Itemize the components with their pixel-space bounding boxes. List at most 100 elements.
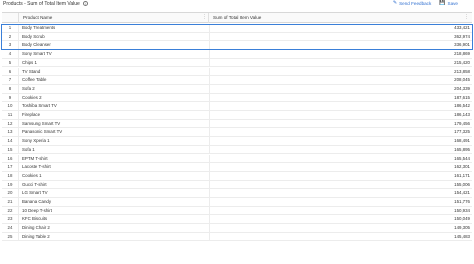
table-row[interactable]: 20 LG Smart TV 154,421 (2, 189, 472, 198)
product-name-cell[interactable]: EPTM T-shirt (22, 155, 208, 163)
row-number: 25 (2, 232, 19, 242)
table-row[interactable]: 24 Dining Chair 2 149,305 (2, 224, 472, 233)
value-cell[interactable]: 215,420 (209, 58, 472, 68)
column-menu-icon[interactable]: ⋮ (464, 13, 469, 22)
product-name-cell[interactable]: Chips 1 (22, 59, 208, 67)
value-cell[interactable]: 162,301 (209, 163, 472, 172)
value-cell[interactable]: 186,542 (209, 102, 472, 111)
table-row[interactable]: 9 Cookies 2 187,615 (2, 93, 472, 103)
row-number: 12 (2, 119, 19, 129)
product-name-cell[interactable]: Cookies 2 (22, 94, 208, 102)
table-row[interactable]: 11 Fireplace 186,143 (2, 111, 472, 120)
product-name-cell[interactable]: Gucci T-shirt (22, 181, 208, 189)
product-name-cell[interactable]: Samsung Smart TV (22, 120, 208, 128)
table-row[interactable]: 2 Body Scrub 362,974 (2, 32, 472, 42)
product-name-cell[interactable]: Body Cleanser (22, 41, 208, 49)
table-row[interactable]: 25 Dining Table 2 145,483 (2, 232, 472, 242)
value-cell[interactable]: 336,901 (209, 41, 472, 51)
product-name-cell[interactable]: Lacoste T-shirt (22, 163, 208, 171)
product-name-cell[interactable]: Toshiba Smart TV (22, 102, 208, 110)
row-number: 9 (2, 93, 19, 103)
value-cell[interactable]: 179,456 (209, 119, 472, 129)
table-row[interactable]: 17 Lacoste T-shirt 162,301 (2, 163, 472, 172)
column-header-sum-value[interactable]: Sum of Total Item Value ⋮ (209, 13, 472, 23)
value-cell[interactable]: 177,325 (209, 128, 472, 138)
product-name-cell[interactable]: Body Scrub (22, 33, 208, 41)
page-title: Products - Sum of Total Item Value i (3, 1, 89, 7)
column-menu-icon[interactable]: ⋮ (202, 13, 207, 22)
column-header-product-name[interactable]: Product Name ⋮ (19, 13, 209, 23)
row-number: 7 (2, 76, 19, 85)
value-cell[interactable]: 161,171 (209, 171, 472, 181)
value-cell[interactable]: 151,776 (209, 198, 472, 207)
table-row[interactable]: 6 TV Stand 213,858 (2, 67, 472, 77)
value-cell[interactable]: 165,544 (209, 154, 472, 164)
product-name-cell[interactable]: Banana Candy (22, 198, 208, 206)
table-row[interactable]: 13 Panasonic Smart TV 177,325 (2, 128, 472, 138)
value-cell[interactable]: 155,006 (209, 180, 472, 190)
send-feedback-button[interactable]: ✎ Send Feedback (393, 1, 432, 7)
table-row[interactable]: 16 EPTM T-shirt 165,544 (2, 154, 472, 164)
product-name-cell[interactable]: Panasonic Smart TV (22, 128, 208, 136)
table-row[interactable]: 23 KFC Biscuits 150,049 (2, 215, 472, 225)
value-cell[interactable]: 362,974 (209, 32, 472, 42)
grid-header: Product Name ⋮ Sum of Total Item Value ⋮ (2, 13, 472, 23)
table-row[interactable]: 18 Cookies 1 161,171 (2, 171, 472, 181)
product-name-cell[interactable]: Dining Table 2 (22, 233, 208, 241)
product-name-cell[interactable]: Sofa 2 (22, 85, 208, 93)
value-cell[interactable]: 145,483 (209, 232, 472, 242)
product-name-cell[interactable]: Sofa 1 (22, 146, 208, 154)
row-number: 14 (2, 137, 19, 146)
row-number: 3 (2, 41, 19, 51)
row-number: 6 (2, 67, 19, 77)
row-number-header (2, 13, 19, 23)
product-name-cell[interactable]: Sony Smart TV (22, 50, 208, 58)
table-row[interactable]: 7 Coffee Table 208,045 (2, 76, 472, 85)
row-number: 23 (2, 215, 19, 225)
row-number: 13 (2, 128, 19, 138)
table-row[interactable]: 21 Banana Candy 151,776 (2, 198, 472, 207)
table-row[interactable]: 12 Samsung Smart TV 179,456 (2, 119, 472, 129)
product-name-cell[interactable]: 10 Deep T-shirt (22, 207, 208, 215)
value-cell[interactable]: 168,491 (209, 137, 472, 146)
table-row[interactable]: 5 Chips 1 215,420 (2, 58, 472, 68)
row-number: 18 (2, 171, 19, 181)
value-cell[interactable]: 187,615 (209, 93, 472, 103)
value-cell[interactable]: 433,421 (209, 24, 472, 33)
table-row[interactable]: 14 Sony Xperia 1 168,491 (2, 137, 472, 146)
value-cell[interactable]: 149,305 (209, 224, 472, 233)
value-cell[interactable]: 150,934 (209, 206, 472, 216)
value-cell[interactable]: 208,045 (209, 76, 472, 85)
toolbar: Products - Sum of Total Item Value i ✎ S… (0, 0, 474, 10)
info-icon[interactable]: i (83, 1, 89, 7)
table-row[interactable]: 22 10 Deep T-shirt 150,934 (2, 206, 472, 216)
product-name-cell[interactable]: Coffee Table (22, 76, 208, 84)
product-name-cell[interactable]: Cookies 1 (22, 172, 208, 180)
value-cell[interactable]: 204,339 (209, 84, 472, 94)
table-row[interactable]: 15 Sofa 1 165,895 (2, 145, 472, 155)
save-button[interactable]: 💾 Save (439, 1, 458, 7)
value-cell[interactable]: 213,858 (209, 67, 472, 77)
toolbar-actions: ✎ Send Feedback 💾 Save (393, 1, 458, 7)
product-name-cell[interactable]: Body Treatments (22, 24, 208, 32)
product-name-cell[interactable]: Fireplace (22, 111, 208, 119)
table-row[interactable]: 19 Gucci T-shirt 155,006 (2, 180, 472, 190)
table-row[interactable]: 10 Toshiba Smart TV 186,542 (2, 102, 472, 111)
row-number: 8 (2, 84, 19, 94)
send-feedback-label: Send Feedback (399, 1, 432, 6)
table-row[interactable]: 4 Sony Smart TV 218,869 (2, 50, 472, 59)
product-name-cell[interactable]: KFC Biscuits (22, 215, 208, 223)
product-name-cell[interactable]: Sony Xperia 1 (22, 137, 208, 145)
row-number: 16 (2, 154, 19, 164)
product-name-cell[interactable]: Dining Chair 2 (22, 224, 208, 232)
product-name-cell[interactable]: LG Smart TV (22, 189, 208, 197)
value-cell[interactable]: 165,895 (209, 145, 472, 155)
table-row[interactable]: 1 Body Treatments 433,421 (2, 24, 472, 33)
value-cell[interactable]: 154,421 (209, 189, 472, 198)
value-cell[interactable]: 150,049 (209, 215, 472, 225)
product-name-cell[interactable]: TV Stand (22, 68, 208, 76)
table-row[interactable]: 8 Sofa 2 204,339 (2, 84, 472, 94)
value-cell[interactable]: 186,143 (209, 111, 472, 120)
table-row[interactable]: 3 Body Cleanser 336,901 (2, 41, 472, 51)
value-cell[interactable]: 218,869 (209, 50, 472, 59)
